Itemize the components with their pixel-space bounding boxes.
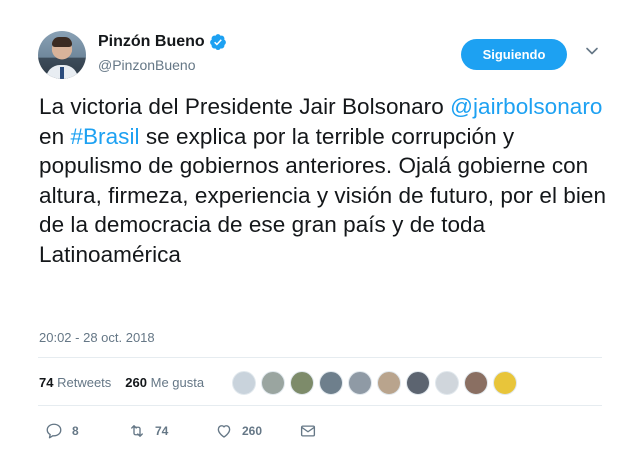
likes-label: Me gusta	[150, 375, 205, 390]
tweet-timestamp[interactable]: 20:02 - 28 oct. 2018	[39, 330, 155, 345]
author-display-name[interactable]: Pinzón Bueno	[98, 33, 205, 51]
tweet-text: La victoria del Presidente Jair Bolsonar…	[39, 92, 614, 269]
liker-avatar[interactable]	[319, 371, 343, 395]
following-button[interactable]: Siguiendo	[461, 39, 567, 70]
retweets-label: Retweets	[57, 375, 112, 390]
author-name-row[interactable]: Pinzón Bueno	[98, 33, 227, 51]
divider	[38, 357, 602, 358]
verified-badge-icon	[209, 33, 227, 51]
avatar-hair	[52, 37, 72, 47]
author-handle[interactable]: @PinzonBueno	[98, 57, 196, 73]
likers-avatars	[232, 371, 517, 395]
retweets-stat[interactable]: 74 Retweets	[39, 375, 111, 390]
liker-avatar[interactable]	[435, 371, 459, 395]
liker-avatar[interactable]	[261, 371, 285, 395]
reply-count: 8	[72, 424, 79, 438]
likes-count: 260	[125, 375, 147, 390]
like-button[interactable]: 260	[215, 422, 299, 440]
likes-stat[interactable]: 260 Me gusta	[125, 375, 204, 390]
avatar[interactable]	[38, 31, 86, 79]
liker-avatar[interactable]	[348, 371, 372, 395]
tweet-text-segment: en	[39, 123, 71, 149]
liker-avatar[interactable]	[232, 371, 256, 395]
liker-avatar[interactable]	[493, 371, 517, 395]
divider	[38, 405, 602, 406]
like-count: 260	[242, 424, 263, 438]
liker-avatar[interactable]	[406, 371, 430, 395]
tweet-actions: 8 74 260	[45, 422, 317, 440]
reply-button[interactable]: 8	[45, 422, 128, 440]
liker-avatar[interactable]	[377, 371, 401, 395]
chevron-down-icon[interactable]	[585, 44, 599, 58]
reply-icon	[46, 423, 62, 439]
retweet-button[interactable]: 74	[128, 422, 215, 440]
direct-message-button[interactable]	[299, 422, 317, 440]
mention-link[interactable]: @jairbolsonaro	[450, 94, 602, 119]
hashtag-link[interactable]: #Brasil	[70, 124, 139, 149]
envelope-icon	[300, 425, 316, 437]
liker-avatar[interactable]	[290, 371, 314, 395]
retweet-count: 74	[155, 424, 169, 438]
tweet-text-segment: La victoria del Presidente Jair Bolsonar…	[39, 94, 451, 119]
heart-icon	[217, 425, 231, 438]
avatar-tie	[60, 67, 64, 79]
tweet-stats: 74 Retweets 260 Me gusta	[39, 375, 204, 390]
liker-avatar[interactable]	[464, 371, 488, 395]
retweet-icon	[131, 425, 143, 437]
retweets-count: 74	[39, 375, 54, 390]
